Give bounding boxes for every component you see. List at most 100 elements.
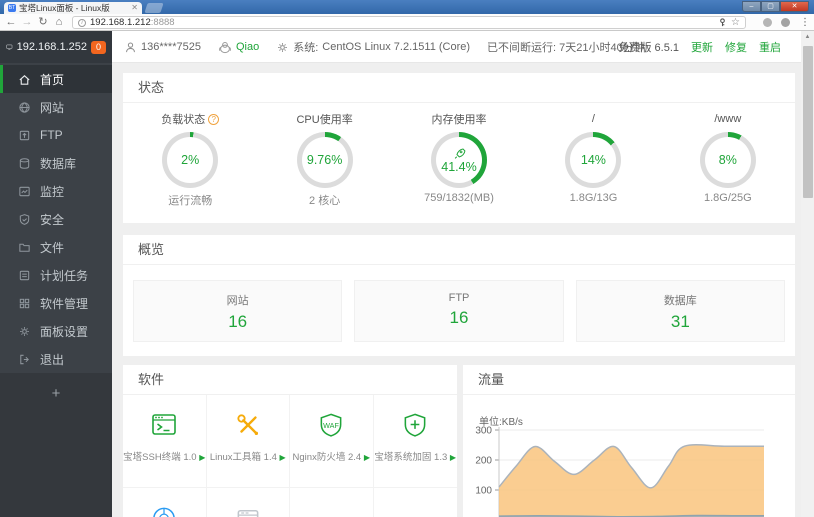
gauge-cpu[interactable]: CPU使用率 9.76% 2 核心 xyxy=(257,103,391,208)
shield-icon xyxy=(18,213,31,226)
database-icon xyxy=(18,157,31,170)
tab-title: 宝塔Linux面板 - Linux版 xyxy=(19,3,110,13)
overview-card-ftp[interactable]: FTP 16 xyxy=(354,280,564,342)
traffic-chart[interactable]: 100 200 300 xyxy=(469,424,781,517)
browser-tab[interactable]: BT 宝塔Linux面板 - Linux版 ✕ xyxy=(4,2,142,14)
user-icon xyxy=(126,42,135,52)
app-slot-empty xyxy=(374,488,458,517)
page-scrollbar[interactable]: ▲ xyxy=(801,31,814,517)
window-icon xyxy=(207,503,290,517)
scrollbar-thumb[interactable] xyxy=(802,46,813,198)
svg-text:200: 200 xyxy=(475,456,492,467)
extension-icon[interactable] xyxy=(781,18,790,27)
bookmark-star-icon[interactable]: ☆ xyxy=(731,17,740,28)
password-key-icon[interactable] xyxy=(718,16,727,30)
app-ssh-terminal[interactable]: 宝塔SSH终端 1.0 ▶ xyxy=(123,395,207,488)
traffic-panel: 流量 单位:KB/s 100 200 300 xyxy=(463,365,795,517)
update-link[interactable]: 更新 xyxy=(691,39,713,55)
window-close-button[interactable]: ✕ xyxy=(780,1,809,12)
monitor-icon xyxy=(6,44,13,50)
rocket-icon[interactable] xyxy=(453,147,466,160)
app-linux-toolbox[interactable]: Linux工具箱 1.4 ▶ xyxy=(206,395,290,488)
sidebar-item-logout[interactable]: 退出 xyxy=(0,345,112,373)
restart-link[interactable]: 重启 xyxy=(759,39,781,55)
screen: BT 宝塔Linux面板 - Linux版 ✕ – ▢ ✕ ← → ↻ ⌂ i … xyxy=(0,0,814,517)
browser-titlebar: BT 宝塔Linux面板 - Linux版 ✕ – ▢ ✕ xyxy=(0,0,814,14)
task-list-icon xyxy=(18,269,31,282)
favicon-bt-icon: BT xyxy=(8,4,16,12)
gauge-memory[interactable]: 内存使用率 41.4% 759/1832(MB) xyxy=(392,103,526,208)
gauge-ring: 9.76% xyxy=(296,132,353,188)
sidebar-item-files[interactable]: 文件 xyxy=(0,233,112,261)
browser-toolbar: ← → ↻ ⌂ i 192.168.1.212:8888 ☆ ⋮ xyxy=(0,14,814,31)
app-item[interactable] xyxy=(123,488,207,517)
sidebar-item-home[interactable]: 首页 xyxy=(0,65,112,93)
overview-card-sites[interactable]: 网站 16 xyxy=(133,280,343,342)
app-item[interactable] xyxy=(207,488,290,517)
globe-icon xyxy=(18,101,31,114)
address-bar[interactable]: i 192.168.1.212:8888 ☆ xyxy=(72,16,746,29)
page-info-icon[interactable]: i xyxy=(78,18,86,27)
repair-link[interactable]: 修复 xyxy=(725,39,747,55)
server-ip: 192.168.1.252 xyxy=(16,41,87,53)
folder-icon xyxy=(18,241,31,254)
sidebar-item-database[interactable]: 数据库 xyxy=(0,149,112,177)
overview-card-database[interactable]: 数据库 31 xyxy=(575,280,785,342)
grid-icon xyxy=(18,297,31,310)
gauge-disk-root[interactable]: / 14% 1.8G/13G xyxy=(526,103,660,208)
message-count-badge[interactable]: 0 xyxy=(91,40,106,54)
gauge-ring: 41.4% xyxy=(431,132,488,188)
qq-icon xyxy=(219,41,231,53)
account-phone[interactable]: 136****7525 xyxy=(124,41,201,54)
new-tab-button[interactable] xyxy=(144,3,164,13)
sidebar-item-ftp[interactable]: FTP xyxy=(0,121,112,149)
window-minimize-button[interactable]: – xyxy=(742,1,761,12)
home-icon[interactable]: ⌂ xyxy=(52,15,66,30)
gauge-ring: 14% xyxy=(565,132,622,188)
scrollbar-up-icon[interactable]: ▲ xyxy=(801,31,814,44)
overview-panel: 概览 网站 16 FTP 16 数据库 31 xyxy=(123,235,795,356)
app-slot-empty xyxy=(290,488,374,517)
main-content: 状态 负载状态? 2% 运行流畅 CPU使用率 9.76% 2 核心 内存使用率… xyxy=(112,63,801,517)
app-system-hardening[interactable]: 宝塔系统加固 1.3 ▶ xyxy=(373,395,458,488)
waf-shield-icon: WAF xyxy=(290,410,373,440)
qq-contact[interactable]: Qiao xyxy=(218,41,259,54)
extension-icon[interactable] xyxy=(763,18,772,27)
url-text[interactable]: 192.168.1.212:8888 xyxy=(90,17,175,28)
back-icon[interactable]: ← xyxy=(4,15,18,30)
server-ip-block[interactable]: 192.168.1.252 0 xyxy=(0,31,112,63)
forward-icon[interactable]: → xyxy=(20,15,34,30)
help-icon[interactable]: ? xyxy=(208,113,220,125)
shield-plus-icon xyxy=(374,410,458,440)
browser-menu-icon[interactable]: ⋮ xyxy=(800,15,810,30)
sidebar: 首页 网站 FTP 数据库 监控 安全 文件 计划任务 软件管理 面板设置 退出… xyxy=(0,63,112,517)
monitor-chart-icon xyxy=(18,185,31,198)
run-icon: ▶ xyxy=(363,453,370,462)
status-panel: 状态 负载状态? 2% 运行流畅 CPU使用率 9.76% 2 核心 内存使用率… xyxy=(123,73,795,223)
sidebar-item-website[interactable]: 网站 xyxy=(0,93,112,121)
window-maximize-button[interactable]: ▢ xyxy=(761,1,780,12)
sidebar-item-monitor[interactable]: 监控 xyxy=(0,177,112,205)
sidebar-item-cron[interactable]: 计划任务 xyxy=(0,261,112,289)
upload-box-icon xyxy=(18,129,31,142)
sidebar-item-settings[interactable]: 面板设置 xyxy=(0,317,112,345)
gauge-ring: 8% xyxy=(699,132,756,188)
software-title: 软件 xyxy=(123,365,457,395)
sidebar-item-security[interactable]: 安全 xyxy=(0,205,112,233)
gear-icon xyxy=(18,325,31,338)
panel-header: 192.168.1.252 0 136****7525 Qiao 系统: Cen… xyxy=(0,31,801,63)
reload-icon[interactable]: ↻ xyxy=(36,15,50,30)
logout-icon xyxy=(18,353,31,366)
gear-icon xyxy=(278,42,288,52)
run-icon: ▶ xyxy=(449,453,457,462)
sidebar-add-button[interactable]: + xyxy=(0,373,112,402)
software-panel: 软件 宝塔SSH终端 1.0 ▶ Linux工具箱 1.4 ▶ WAF Ngin… xyxy=(123,365,457,517)
tab-close-icon[interactable]: ✕ xyxy=(131,4,138,12)
gauge-ring: 2% xyxy=(162,132,219,188)
gauge-disk-www[interactable]: /www 8% 1.8G/25G xyxy=(661,103,795,208)
app-nginx-waf[interactable]: WAF Nginx防火墙 2.4 ▶ xyxy=(290,395,374,488)
gauge-load[interactable]: 负载状态? 2% 运行流畅 xyxy=(123,103,257,208)
terminal-icon xyxy=(123,410,206,440)
compass-icon xyxy=(123,503,206,517)
sidebar-item-app-store[interactable]: 软件管理 xyxy=(0,289,112,317)
